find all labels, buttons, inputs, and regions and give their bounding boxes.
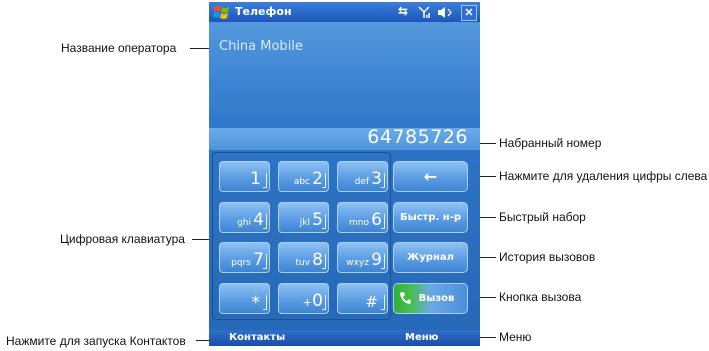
key-bracket — [263, 173, 267, 188]
key-9[interactable]: wxyz 9 — [337, 242, 388, 273]
key-bracket — [322, 254, 326, 269]
key-letters: + — [302, 296, 312, 309]
app-title: Телефон — [235, 5, 292, 18]
signal-icon[interactable] — [418, 6, 430, 19]
key-letters: tuv — [295, 258, 310, 268]
call-log-button[interactable]: Журнал — [393, 242, 468, 273]
key-bracket — [322, 295, 326, 310]
key-bracket — [381, 173, 385, 188]
key-hash[interactable]: # — [337, 283, 388, 314]
key-1[interactable]: 1 — [219, 161, 270, 192]
call-button-label: Вызов — [418, 293, 455, 304]
key-bracket — [381, 295, 385, 310]
key-letters: pqrs — [231, 258, 251, 268]
callout-call-history: История вызовов — [499, 250, 596, 264]
volume-icon[interactable] — [437, 6, 453, 19]
key-letters: def — [354, 177, 369, 187]
callout-dialed-number: Набранный номер — [499, 136, 602, 150]
key-2[interactable]: abc 2 — [278, 161, 329, 192]
softkey-contacts[interactable]: Контакты — [229, 332, 285, 343]
key-letters: ghi — [237, 218, 251, 228]
key-bracket — [322, 173, 326, 188]
callout-contacts: Нажмите для запуска Контактов — [6, 334, 186, 348]
backspace-button[interactable]: ← — [393, 161, 468, 192]
key-8[interactable]: tuv 8 — [278, 242, 329, 273]
key-3[interactable]: def 3 — [337, 161, 388, 192]
phone-screen: Телефон ⇆ ✕ China Mobile 64785726 1 abc … — [209, 2, 480, 346]
key-0[interactable]: + 0 — [278, 283, 329, 314]
callout-delete-digit: Нажмите для удаления цифры слева — [499, 169, 708, 183]
key-letters: mno — [349, 218, 369, 228]
key-digit: 1 — [250, 169, 261, 189]
connectivity-icon[interactable]: ⇆ — [398, 4, 408, 18]
key-7[interactable]: pqrs 7 — [219, 242, 270, 273]
key-letters: wxyz — [346, 258, 369, 268]
key-bracket — [263, 254, 267, 269]
callout-call-button: Кнопка вызова — [499, 290, 582, 304]
callout-operator-name: Название оператора — [61, 41, 177, 55]
key-bracket — [263, 295, 267, 310]
callout-keypad: Цифровая клавиатура — [60, 232, 185, 246]
softkey-menu[interactable]: Меню — [405, 332, 438, 343]
softkey-bar: Контакты Меню — [209, 330, 480, 346]
key-5[interactable]: jkl 5 — [278, 202, 329, 233]
phone-handset-icon — [400, 292, 411, 304]
callout-menu: Меню — [499, 330, 532, 344]
key-bracket — [263, 214, 267, 229]
key-6[interactable]: mno 6 — [337, 202, 388, 233]
call-button[interactable]: Вызов — [393, 283, 468, 314]
title-bar: Телефон ⇆ ✕ — [209, 2, 480, 22]
speed-dial-button[interactable]: Быстр. н-р — [393, 202, 468, 233]
key-digit: # — [365, 293, 378, 311]
windows-flag-icon[interactable] — [213, 4, 230, 20]
operator-name: China Mobile — [219, 39, 303, 54]
key-letters: jkl — [299, 218, 310, 228]
key-digit: * — [251, 293, 261, 313]
back-arrow-icon: ← — [423, 167, 438, 186]
dialed-number: 64785726 — [367, 126, 468, 148]
key-bracket — [381, 254, 385, 269]
key-bracket — [381, 214, 385, 229]
key-4[interactable]: ghi 4 — [219, 202, 270, 233]
key-star[interactable]: * — [219, 283, 270, 314]
close-button[interactable]: ✕ — [461, 5, 477, 21]
callout-speed-dial: Быстрый набор — [499, 210, 586, 224]
key-bracket — [322, 214, 326, 229]
key-letters: abc — [293, 177, 310, 187]
